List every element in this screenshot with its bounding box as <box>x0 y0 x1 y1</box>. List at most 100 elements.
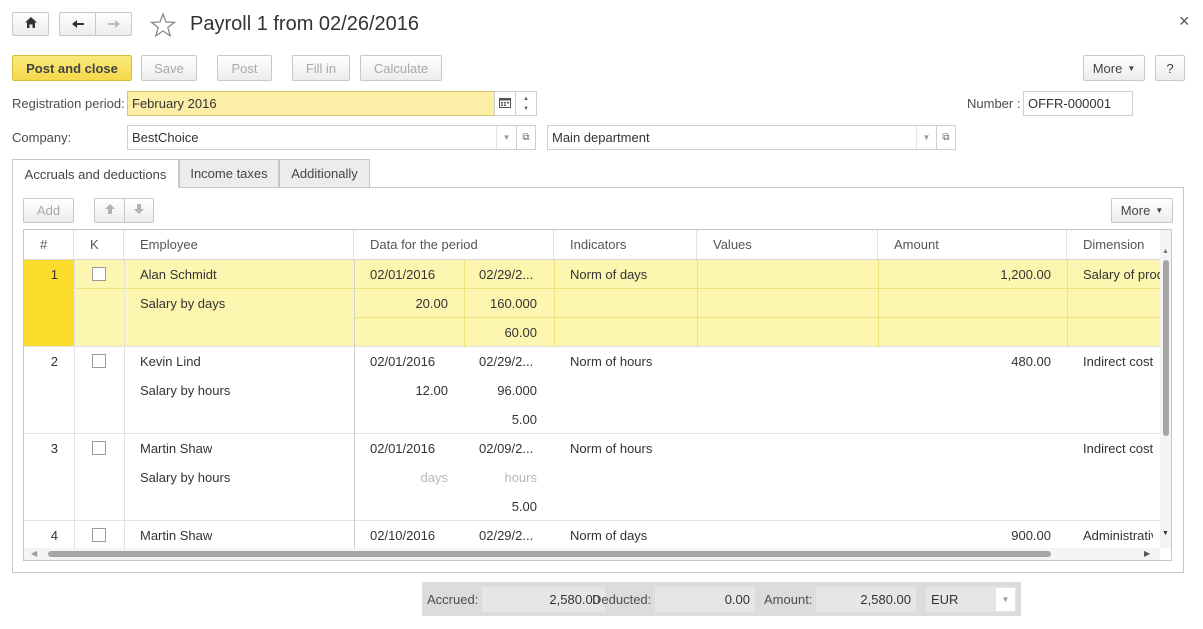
row-checkbox[interactable] <box>92 354 106 368</box>
col-separator <box>464 260 465 347</box>
vertical-scroll-thumb[interactable] <box>1163 260 1169 436</box>
col-header-dimension[interactable]: Dimension <box>1067 230 1160 259</box>
indicator-name[interactable]: Norm of hours <box>570 441 652 456</box>
tab-income-taxes[interactable]: Income taxes <box>179 159 279 187</box>
employee-name[interactable]: Kevin Lind <box>140 354 201 369</box>
horizontal-scrollbar[interactable]: ◀ ▶ <box>24 548 1160 560</box>
date-from[interactable]: 02/01/2016 <box>370 441 435 456</box>
star-icon[interactable] <box>149 12 177 38</box>
date-from[interactable]: 02/01/2016 <box>370 267 435 282</box>
date-to[interactable]: 02/29/2... <box>479 354 549 369</box>
date-from[interactable]: 02/01/2016 <box>370 354 435 369</box>
help-button[interactable]: ? <box>1155 55 1185 81</box>
move-down-button[interactable] <box>124 198 154 223</box>
indicator-name[interactable]: Norm of days <box>570 267 647 282</box>
department-open-button[interactable]: ⧉ <box>936 125 956 150</box>
indicator-name[interactable]: Norm of days <box>570 528 647 543</box>
table-row[interactable]: 1 Alan Schmidt Salary by days 02/01/2016… <box>24 260 1160 347</box>
company-open-button[interactable]: ⧉ <box>516 125 536 150</box>
registration-period-field[interactable]: February 2016 <box>127 91 495 116</box>
scroll-down-icon[interactable]: ▼ <box>1162 530 1169 537</box>
days-placeholder[interactable]: days <box>364 470 448 485</box>
company-field[interactable]: BestChoice ▼ <box>127 125 517 150</box>
indicator-name[interactable]: Norm of hours <box>570 354 652 369</box>
save-button[interactable]: Save <box>141 55 197 81</box>
accrual-type[interactable]: Salary by hours <box>140 383 230 398</box>
dimension-value[interactable]: Administrativ <box>1083 528 1153 543</box>
row-checkbox[interactable] <box>92 528 106 542</box>
more-button[interactable]: More ▼ <box>1083 55 1145 81</box>
dimension-value[interactable]: Salary of prod <box>1083 267 1160 282</box>
vertical-scrollbar[interactable]: ▲ ▼ <box>1160 230 1171 548</box>
col-header-values[interactable]: Values <box>697 230 878 259</box>
dimension-value[interactable]: Indirect cost <box>1083 441 1160 456</box>
table-more-label: More <box>1120 203 1151 218</box>
dimension-value[interactable]: Indirect cost <box>1083 354 1160 369</box>
forward-button[interactable] <box>95 12 132 36</box>
col-header-k[interactable]: K <box>74 230 124 259</box>
row-checkbox[interactable] <box>92 441 106 455</box>
calendar-icon <box>499 97 511 111</box>
col-header-indicators[interactable]: Indicators <box>554 230 697 259</box>
calendar-button[interactable] <box>494 91 516 116</box>
spin-down-icon[interactable]: ▼ <box>523 104 529 114</box>
scroll-right-icon[interactable]: ▶ <box>1144 549 1150 558</box>
hours-value[interactable]: 96.000 <box>464 383 537 398</box>
employee-name[interactable]: Alan Schmidt <box>140 267 217 282</box>
col-header-employee[interactable]: Employee <box>124 230 354 259</box>
period-spinner[interactable]: ▲ ▼ <box>515 91 537 116</box>
post-and-close-button[interactable]: Post and close <box>12 55 132 81</box>
period-extra-value[interactable]: 60.00 <box>464 325 537 340</box>
chevron-down-icon[interactable]: ▼ <box>496 126 516 149</box>
date-to[interactable]: 02/29/2... <box>479 267 549 282</box>
date-to[interactable]: 02/29/2... <box>479 528 549 543</box>
fill-in-button[interactable]: Fill in <box>292 55 350 81</box>
employee-name[interactable]: Martin Shaw <box>140 441 212 456</box>
days-value[interactable]: 12.00 <box>364 383 448 398</box>
post-button[interactable]: Post <box>217 55 272 81</box>
calculate-button[interactable]: Calculate <box>360 55 442 81</box>
employee-name[interactable]: Martin Shaw <box>140 528 212 543</box>
tab-accruals-and-deductions[interactable]: Accruals and deductions <box>12 159 179 188</box>
amount-value[interactable]: 900.00 <box>884 528 1051 543</box>
move-up-button[interactable] <box>94 198 124 223</box>
department-field[interactable]: Main department ▼ <box>547 125 937 150</box>
back-button[interactable] <box>59 12 95 36</box>
amount-value[interactable]: 480.00 <box>884 354 1051 369</box>
close-icon[interactable]: × <box>1179 11 1190 32</box>
hours-value[interactable]: 160.000 <box>464 296 537 311</box>
table-row[interactable]: 3 Martin Shaw Salary by hours 02/01/2016… <box>24 434 1160 521</box>
table-more-button[interactable]: More ▼ <box>1111 198 1173 223</box>
registration-period-value: February 2016 <box>132 96 217 111</box>
scroll-up-icon[interactable]: ▲ <box>1162 248 1169 255</box>
col-header-amount[interactable]: Amount <box>878 230 1067 259</box>
tab-additionally[interactable]: Additionally <box>279 159 370 187</box>
col-header-data-for-period[interactable]: Data for the period <box>354 230 554 259</box>
home-button[interactable] <box>12 12 49 36</box>
horizontal-scroll-thumb[interactable] <box>48 551 1051 557</box>
scroll-left-icon[interactable]: ◀ <box>31 549 37 558</box>
table-row[interactable]: 2 Kevin Lind Salary by hours 02/01/2016 … <box>24 347 1160 434</box>
open-window-icon: ⧉ <box>522 132 530 143</box>
col-header-num[interactable]: # <box>24 230 74 259</box>
spin-up-icon[interactable]: ▲ <box>523 94 529 104</box>
col-separator <box>878 260 879 347</box>
chevron-down-icon[interactable]: ▼ <box>995 588 1015 611</box>
days-value[interactable]: 20.00 <box>364 296 448 311</box>
number-field[interactable]: OFFR-000001 <box>1023 91 1133 116</box>
add-button[interactable]: Add <box>23 198 74 223</box>
accruals-table: # K Employee Data for the period Indicat… <box>23 229 1172 561</box>
company-label: Company: <box>12 130 72 145</box>
date-from[interactable]: 02/10/2016 <box>370 528 435 543</box>
hours-placeholder[interactable]: hours <box>464 470 537 485</box>
period-extra-value[interactable]: 5.00 <box>464 412 537 427</box>
period-extra-value[interactable]: 5.00 <box>464 499 537 514</box>
row-checkbox[interactable] <box>92 267 106 281</box>
accrual-type[interactable]: Salary by days <box>140 296 225 311</box>
currency-field[interactable]: EUR ▼ <box>926 587 1016 612</box>
amount-value[interactable]: 1,200.00 <box>884 267 1051 282</box>
accrual-type[interactable]: Salary by hours <box>140 470 230 485</box>
row-subline <box>354 317 1160 318</box>
date-to[interactable]: 02/09/2... <box>479 441 549 456</box>
chevron-down-icon[interactable]: ▼ <box>916 126 936 149</box>
